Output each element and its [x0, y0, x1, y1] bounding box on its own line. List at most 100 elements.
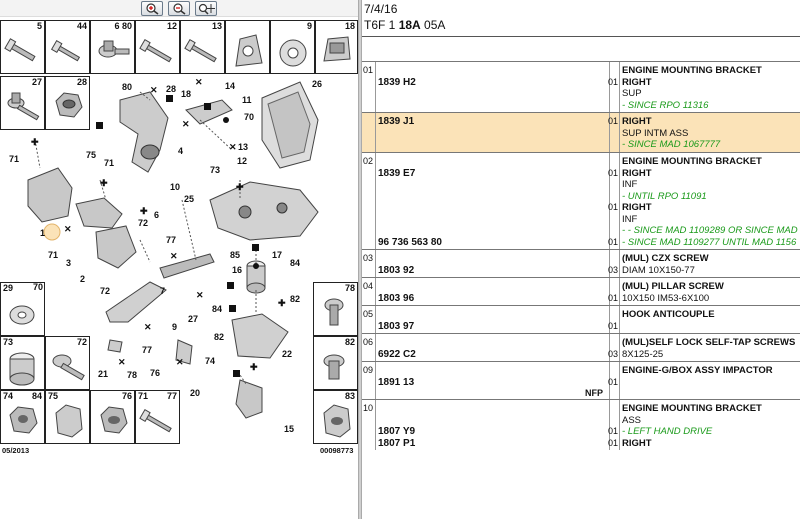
row-line: ENGINE-G/BOX ASSY IMPACTOR	[362, 365, 800, 376]
part-description: (MUL)SELF LOCK SELF-TAP SCREWS	[622, 337, 796, 348]
svg-text:✕: ✕	[118, 357, 126, 367]
callout-71c: 71	[48, 250, 58, 260]
part-description: ENGINE MOUNTING BRACKET	[622, 403, 762, 414]
part-reference[interactable]: 1807 Y9	[378, 426, 415, 437]
callout-70: 70	[244, 112, 254, 122]
row-line: 1803 97 01	[362, 321, 800, 332]
svg-text:✕: ✕	[229, 142, 237, 152]
row-line: 6922 C2 03 8X125-25	[362, 349, 800, 360]
part-reference[interactable]: 6922 C2	[378, 349, 416, 360]
part-quantity: 01	[608, 237, 619, 247]
part-10-shape	[119, 91, 169, 173]
callout-77a: 77	[166, 235, 176, 245]
parts-row[interactable]: 09 ENGINE-G/BOX ASSY IMPACTOR 1891 13 01 NFP	[362, 361, 800, 399]
callout-10: 10	[170, 182, 180, 192]
part-reference[interactable]: 1803 96	[378, 293, 414, 304]
part-quantity: 01	[608, 202, 619, 212]
svg-text:✕: ✕	[176, 357, 184, 367]
row-line: - SINCE RPO 11316	[362, 100, 800, 111]
row-line: (MUL) CZX SCREW	[362, 253, 800, 264]
parts-row[interactable]: 02 ENGINE MOUNTING BRACKET 1839 E7 01 RIGHT I…	[362, 152, 800, 249]
parts-row[interactable]: 1839 J1 01 RIGHT SUP INTM ASS - SINCE MAD 10…	[362, 112, 800, 152]
svg-text:✕: ✕	[170, 251, 178, 261]
part-description: RIGHT	[622, 116, 652, 127]
part-25-shape	[209, 181, 319, 241]
row-line: ENGINE MOUNTING BRACKET	[362, 403, 800, 414]
part-reference[interactable]: 1839 E7	[378, 168, 415, 179]
part-description: SUP INTM ASS	[622, 128, 689, 139]
svg-text:✕: ✕	[196, 290, 204, 300]
part-applicability-note: - UNTIL RPO 11091	[622, 191, 707, 202]
callout-76: 76	[150, 368, 160, 378]
callout-21: 21	[98, 369, 108, 379]
part-quantity: 01	[608, 77, 619, 87]
parts-row[interactable]: 04 (MUL) PILLAR SCREW 1803 96 01 10X150 IM53…	[362, 277, 800, 305]
callout-2: 2	[80, 274, 85, 284]
callout-75: 75	[86, 150, 96, 160]
row-line: (MUL) PILLAR SCREW	[362, 281, 800, 292]
row-line: 1803 92 03 DIAM 10X150-77	[362, 265, 800, 276]
svg-text:✚: ✚	[31, 137, 39, 147]
row-line: HOOK ANTICOUPLE	[362, 309, 800, 320]
part-description: 8X125-25	[622, 349, 664, 360]
part-description: ENGINE-G/BOX ASSY IMPACTOR	[622, 365, 773, 376]
row-line: INF	[362, 179, 800, 190]
callout-11: 11	[242, 95, 252, 105]
part-description: ENGINE MOUNTING BRACKET	[622, 156, 762, 167]
svg-text:✚: ✚	[236, 182, 244, 192]
callout-6: 6	[154, 210, 159, 220]
part-reference[interactable]: 96 736 563 80	[378, 237, 442, 248]
part-reference[interactable]: 1839 H2	[378, 77, 416, 88]
exploded-drawing: ✕✕ ✕✕ ✚✚ ✚✚ ✕✕ ✕✕ ✚✚ ✕ ✕ 80 28 18 14 11 2…	[9, 77, 322, 434]
part-description: RIGHT	[622, 202, 652, 213]
callout-3: 3	[66, 258, 71, 268]
part-applicability-note: - SINCE MAD 1067777	[622, 139, 721, 150]
part-quantity: 01	[608, 426, 619, 436]
svg-text:✕: ✕	[144, 322, 152, 332]
row-line: - UNTIL RPO 11091	[362, 191, 800, 202]
row-line: 1807 Y9 01- LEFT HAND DRIVE	[362, 426, 800, 437]
parts-row[interactable]: 06 (MUL)SELF LOCK SELF-TAP SCREWS 6922 C2 0…	[362, 333, 800, 361]
part-description: ENGINE MOUNTING BRACKET	[622, 65, 762, 76]
row-line: 1803 96 01 10X150 IM53-6X100	[362, 293, 800, 304]
part-reference[interactable]: 1839 J1	[378, 116, 414, 127]
callout-72b: 72	[100, 286, 110, 296]
callout-82b: 82	[214, 332, 224, 342]
callout-72a: 72	[138, 218, 148, 228]
callout-84a: 84	[290, 258, 300, 268]
callout-74: 74	[205, 356, 215, 366]
row-line: 01 RIGHT	[362, 202, 800, 213]
row-line: - - SINCE MAD 1109289 OR SINCE MAD	[362, 225, 800, 236]
code-bold: 18A	[398, 18, 421, 32]
callout-4: 4	[178, 146, 183, 156]
part-reference[interactable]: 1807 P1	[378, 438, 415, 449]
callout-1: 1	[40, 228, 45, 238]
callout-17: 17	[272, 250, 282, 260]
part-reference[interactable]: 1803 97	[378, 321, 414, 332]
callout-71a: 71	[9, 154, 19, 164]
row-line: - SINCE MAD 1067777	[362, 139, 800, 150]
part-description: HOOK ANTICOUPLE	[622, 309, 715, 320]
part-reference[interactable]: 1891 13	[378, 377, 414, 388]
part-quantity: 01	[608, 377, 619, 387]
callout-14: 14	[225, 81, 235, 91]
svg-text:✕: ✕	[182, 119, 190, 129]
svg-text:✕: ✕	[195, 77, 203, 87]
parts-row[interactable]: 05 HOOK ANTICOUPLE 1803 97 01	[362, 305, 800, 333]
callout-7: 7	[160, 286, 165, 296]
part-description: 10X150 IM53-6X100	[622, 293, 710, 304]
exploded-parts-diagram[interactable]: 5 44 6 80 12 13 9 18 27 28 29 70 73 72 7…	[0, 0, 358, 519]
callout-85: 85	[230, 250, 240, 260]
callout-16: 16	[232, 265, 242, 275]
parts-row[interactable]: 10 ENGINE MOUNTING BRACKET ASS 1807 Y9 01- L…	[362, 399, 800, 450]
part-description: RIGHT	[622, 168, 652, 179]
parts-row[interactable]: 01 ENGINE MOUNTING BRACKET 1839 H2 01 RIGHT S…	[362, 61, 800, 112]
parts-row[interactable]: 03 (MUL) CZX SCREW 1803 92 03 DIAM 10X150-77	[362, 249, 800, 277]
part-quantity: 01	[608, 168, 619, 178]
part-reference[interactable]: 1803 92	[378, 265, 414, 276]
callout-77b: 77	[142, 345, 152, 355]
callout-28: 28	[166, 84, 176, 94]
part-quantity: 01	[608, 321, 619, 331]
callout-26: 26	[312, 79, 322, 89]
part-description: (MUL) CZX SCREW	[622, 253, 709, 264]
